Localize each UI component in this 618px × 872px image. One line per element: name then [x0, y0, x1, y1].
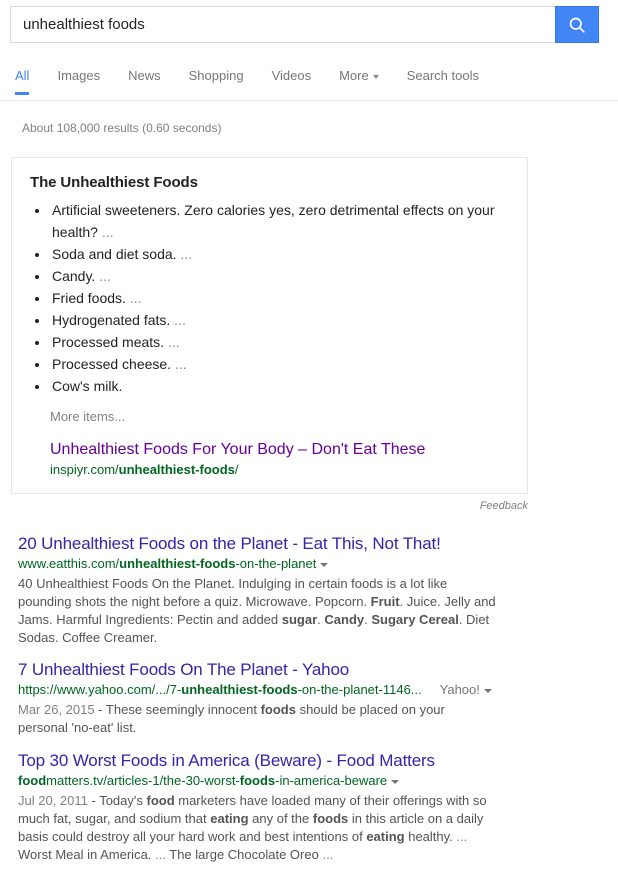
result-menu-chevron-down-icon[interactable] — [320, 562, 329, 567]
featured-snippet-source-url: inspiyr.com/unhealthiest-foods/ — [50, 461, 509, 479]
result-title-link[interactable]: 20 Unhealthiest Foods on the Planet - Ea… — [18, 533, 498, 554]
snippet-item-ellipsis: ... — [164, 333, 180, 350]
nav-tab-images[interactable]: Images — [57, 62, 100, 83]
url-suffix: / — [234, 462, 239, 477]
nav-tab-all[interactable]: All — [15, 62, 30, 95]
snippet-item-ellipsis: ... — [95, 267, 111, 284]
nav-tab-news[interactable]: News — [128, 62, 161, 83]
featured-snippet-card: The Unhealthiest Foods Artificial sweete… — [11, 157, 528, 494]
featured-snippet-title: The Unhealthiest Foods — [30, 174, 198, 191]
result-stats: About 108,000 results (0.60 seconds) — [22, 121, 222, 135]
search-result: Top 30 Worst Foods in America (Beware) -… — [18, 750, 498, 864]
result-url: www.eatthis.com/unhealthiest-foods-on-th… — [18, 555, 498, 573]
nav-tab-label: Videos — [271, 68, 312, 83]
snippet-item-text: Cow's milk. — [52, 377, 123, 394]
featured-snippet-list: Artificial sweeteners. Zero calories yes… — [30, 200, 509, 397]
chevron-down-icon — [372, 74, 379, 79]
snippet-list-item: Soda and diet soda. ... — [50, 244, 509, 266]
result-title-link[interactable]: Top 30 Worst Foods in America (Beware) -… — [18, 750, 498, 771]
url-highlight: unhealthiest-foods — [118, 462, 235, 477]
nav-tab-label: News — [128, 68, 161, 83]
result-snippet: Mar 26, 2015 - These seemingly innocent … — [18, 702, 445, 735]
result-menu-chevron-down-icon[interactable] — [483, 688, 492, 693]
nav-tab-label: Shopping — [188, 68, 244, 83]
result-menu-chevron-down-icon[interactable] — [391, 779, 400, 784]
snippet-item-ellipsis: ... — [171, 355, 187, 372]
nav-tab-more[interactable]: More — [339, 62, 379, 83]
nav-tab-search-tools[interactable]: Search tools — [407, 62, 479, 83]
snippet-item-ellipsis: ... — [97, 223, 114, 240]
snippet-item-ellipsis: ... — [176, 245, 193, 262]
snippet-list-item: Hydrogenated fats. ... — [50, 310, 509, 332]
nav-tab-shopping[interactable]: Shopping — [189, 62, 244, 83]
search-icon — [569, 17, 585, 33]
search-input[interactable] — [10, 6, 555, 43]
search-nav-tabs: All Images News Shopping Videos More Search to… — [0, 62, 618, 101]
nav-tab-videos[interactable]: Videos — [272, 62, 312, 83]
snippet-item-text: Processed cheese. — [52, 355, 172, 372]
feedback-link[interactable]: Feedback — [0, 500, 528, 512]
nav-divider — [0, 100, 618, 101]
snippet-list-item: Cow's milk. — [50, 376, 509, 398]
nav-tab-label: Search tools — [406, 68, 479, 83]
search-result: 7 Unhealthiest Foods On The Planet - Yah… — [18, 659, 498, 737]
result-title-link[interactable]: 7 Unhealthiest Foods On The Planet - Yah… — [18, 659, 498, 680]
nav-tab-label: Images — [57, 68, 101, 83]
snippet-item-text: Fried foods. — [52, 289, 126, 306]
snippet-list-item: Fried foods. ... — [50, 288, 509, 310]
snippet-item-text: Processed meats. — [52, 333, 165, 350]
result-site-label: Yahoo! — [439, 682, 480, 697]
snippet-list-item: Artificial sweeteners. Zero calories yes… — [50, 200, 509, 243]
snippet-item-text: Candy. — [52, 267, 96, 284]
snippet-item-text: Soda and diet soda. — [52, 245, 177, 262]
snippet-item-ellipsis: ... — [125, 289, 142, 306]
search-results-page: All Images News Shopping Videos More Search to… — [0, 0, 618, 872]
search-button[interactable] — [555, 6, 599, 43]
snippet-item-text: Artificial sweeteners. Zero calories yes… — [52, 202, 495, 240]
search-result: 20 Unhealthiest Foods on the Planet - Ea… — [18, 533, 498, 647]
url-prefix: inspiyr.com/ — [50, 462, 119, 477]
snippet-list-item: Candy. ... — [50, 266, 509, 288]
result-snippet: 40 Unhealthiest Foods On the Planet. Ind… — [18, 576, 496, 645]
result-snippet: Jul 20, 2011 - Today's food marketers ha… — [18, 793, 487, 862]
nav-tab-label: All — [15, 68, 30, 83]
result-url: https://www.yahoo.com/.../7-unhealthiest… — [18, 681, 498, 699]
snippet-item-text: Hydrogenated fats. — [52, 311, 171, 328]
nav-tab-label: More — [339, 68, 369, 83]
active-tab-indicator — [15, 92, 30, 95]
result-url: foodmatters.tv/articles-1/the-30-worst-f… — [18, 772, 498, 790]
snippet-list-item: Processed meats. ... — [50, 332, 509, 354]
snippet-item-ellipsis: ... — [170, 311, 186, 328]
snippet-list-item: Processed cheese. ... — [50, 354, 509, 376]
featured-snippet-source: Unhealthiest Foods For Your Body – Don't… — [50, 440, 509, 479]
search-bar — [10, 6, 599, 43]
more-items-link[interactable]: More items... — [50, 409, 509, 424]
featured-snippet-source-title[interactable]: Unhealthiest Foods For Your Body – Don't… — [50, 440, 509, 460]
